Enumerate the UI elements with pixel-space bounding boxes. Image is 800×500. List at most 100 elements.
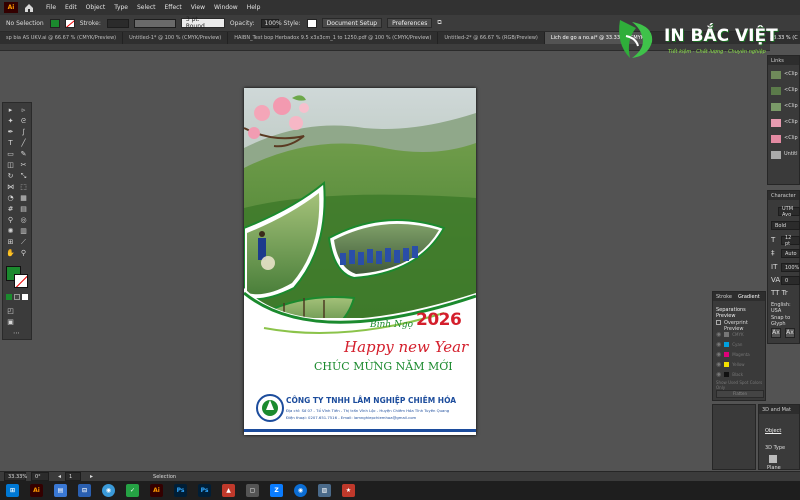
ink-row[interactable]: ◉ Black [716, 370, 764, 378]
graph-tool-icon[interactable]: ▥ [19, 227, 28, 236]
ink-row[interactable]: ◉ Cyan [716, 340, 764, 348]
artboard-tool-icon[interactable]: ⊞ [6, 238, 15, 247]
visibility-eye-icon[interactable]: ◉ [716, 331, 721, 338]
slice-tool-icon[interactable]: ⟋ [19, 238, 28, 247]
tab-document[interactable]: HAIBN_Test bop Herbadox 9.5 x3x3cm_1 to … [228, 32, 439, 44]
superscript-icon[interactable]: TT Tr [771, 289, 788, 297]
gradient-tool-icon[interactable]: ▤ [19, 205, 28, 214]
illustrator-app-icon[interactable]: Ai [4, 2, 18, 13]
menu-object[interactable]: Object [86, 4, 106, 11]
chrome-icon[interactable]: ◉ [102, 484, 115, 497]
file-explorer-icon[interactable]: ▤ [54, 484, 67, 497]
flag-icon[interactable]: ★ [342, 484, 355, 497]
menu-file[interactable]: File [46, 4, 56, 11]
calculator-icon[interactable]: ⊟ [78, 484, 91, 497]
direct-selection-icon[interactable]: ▹ [19, 106, 28, 115]
type-tool-icon[interactable]: T [6, 139, 15, 148]
photoshop-icon[interactable]: Ps [174, 484, 187, 497]
menu-type[interactable]: Type [114, 4, 128, 11]
fill-swatch[interactable] [49, 18, 60, 28]
draw-mode-icon[interactable]: ◰ [6, 307, 15, 316]
brush-dropdown[interactable]: 3 pt. Round [180, 16, 225, 30]
menu-help[interactable]: Help [247, 4, 261, 11]
visibility-eye-icon[interactable]: ◉ [716, 371, 721, 378]
rotate-tool-icon[interactable]: ↻ [6, 172, 15, 181]
preferences-button[interactable]: Preferences [387, 18, 433, 28]
artboard[interactable]: Bính Ngọ 2026 Happy new Year CHÚC MỪNG N… [244, 88, 476, 435]
tracking-field[interactable]: 0 [781, 276, 800, 285]
screen-mode-icon[interactable]: ▣ [6, 318, 15, 327]
scale-tool-icon[interactable]: ⤡ [19, 172, 28, 181]
curvature-icon[interactable]: ∫ [19, 128, 28, 137]
flatten-button[interactable]: Flatten [716, 390, 764, 398]
free-transform-icon[interactable]: ⬚ [19, 183, 28, 192]
perspective-grid-icon[interactable]: ▦ [19, 194, 28, 203]
style-swatch[interactable] [306, 18, 317, 28]
none-mode-icon[interactable] [22, 294, 28, 300]
blend-tool-icon[interactable]: ◎ [19, 216, 28, 225]
photoshop-icon[interactable]: Ps [198, 484, 211, 497]
tab-gradient[interactable]: Gradient [738, 294, 760, 300]
pencil-tool-icon[interactable]: ✎ [19, 150, 28, 159]
more-tools-icon[interactable]: ⋯ [12, 329, 21, 338]
glyph-icon[interactable]: Ax [771, 328, 781, 338]
variable-width-field[interactable] [133, 18, 176, 28]
tab-document[interactable]: sp bia AS UKV.ai @ 66.67 % (CMYK/Preview… [0, 32, 124, 44]
opacity-field[interactable]: 100% [260, 18, 282, 28]
ink-row[interactable]: ◉ Magenta [716, 350, 764, 358]
overprint-checkbox[interactable] [716, 320, 721, 325]
ink-row[interactable]: ◉ CMYK [716, 330, 764, 338]
stroke-color-icon[interactable] [14, 274, 28, 288]
symbol-sprayer-icon[interactable]: ✺ [6, 227, 15, 236]
plane-icon[interactable] [769, 455, 777, 463]
page-field[interactable]: 1 [65, 472, 82, 481]
document-icon[interactable]: ▢ [246, 484, 259, 497]
line-tool-icon[interactable]: ╱ [19, 139, 28, 148]
visibility-eye-icon[interactable]: ◉ [716, 351, 721, 358]
stroke-swatch[interactable] [64, 18, 75, 28]
magic-wand-icon[interactable]: ✦ [6, 117, 15, 126]
object-label[interactable]: Object [765, 428, 781, 434]
menu-window[interactable]: Window [214, 4, 238, 11]
link-item[interactable]: <Clip [771, 70, 799, 80]
home-icon[interactable] [24, 3, 34, 13]
pdf-reader-icon[interactable]: ▲ [222, 484, 235, 497]
start-icon[interactable]: ⊞ [6, 484, 19, 497]
menu-select[interactable]: Select [137, 4, 156, 11]
rectangle-tool-icon[interactable]: ▭ [6, 150, 15, 159]
stroke-weight-field[interactable] [106, 18, 129, 28]
font-size-field[interactable]: 12 pt [781, 235, 800, 247]
tab-document[interactable]: Untitled-1* @ 100 % (CMYK/Preview) [123, 32, 229, 44]
glyph-icon[interactable]: Ax [785, 328, 795, 338]
font-family-field[interactable]: UTM Avo [778, 206, 800, 218]
photos-icon[interactable]: ▨ [318, 484, 331, 497]
tab-document[interactable]: Untitled-2* @ 66.67 % (RGB/Preview) [438, 32, 545, 44]
illustrator-taskbar-icon[interactable]: Ai [150, 484, 163, 497]
menu-view[interactable]: View [191, 4, 205, 11]
scissors-icon[interactable]: ✂ [19, 161, 28, 170]
language-field[interactable]: English: USA [771, 302, 799, 314]
color-mode-icon[interactable] [6, 294, 12, 300]
pen-tool-icon[interactable]: ✒ [6, 128, 15, 137]
tab-stroke[interactable]: Stroke [716, 294, 732, 300]
leading-field[interactable]: Auto [781, 249, 800, 258]
arrange-icon[interactable]: ⧉ [437, 19, 441, 27]
browser-icon[interactable]: ◉ [294, 484, 307, 497]
zalo-icon[interactable]: Z [270, 484, 283, 497]
menu-edit[interactable]: Edit [65, 4, 77, 11]
lasso-icon[interactable]: ᘓ [19, 117, 28, 126]
zoom-tool-icon[interactable]: ⚲ [19, 249, 28, 258]
gradient-mode-icon[interactable] [14, 294, 20, 300]
illustrator-taskbar-icon[interactable]: Ai [30, 484, 43, 497]
link-item[interactable]: <Clip [771, 118, 799, 128]
store-icon[interactable]: ✓ [126, 484, 139, 497]
document-setup-button[interactable]: Document Setup [321, 18, 383, 28]
link-item[interactable]: Untitl [771, 150, 799, 160]
ink-row[interactable]: ◉ Yellow [716, 360, 764, 368]
link-item[interactable]: <Clip [771, 86, 799, 96]
visibility-eye-icon[interactable]: ◉ [716, 361, 721, 368]
zoom-field[interactable]: 33.33% [4, 472, 27, 481]
page-prev-icon[interactable]: ◂ [58, 473, 61, 480]
menu-effect[interactable]: Effect [165, 4, 182, 11]
eyedropper-icon[interactable]: ⚲ [6, 216, 15, 225]
